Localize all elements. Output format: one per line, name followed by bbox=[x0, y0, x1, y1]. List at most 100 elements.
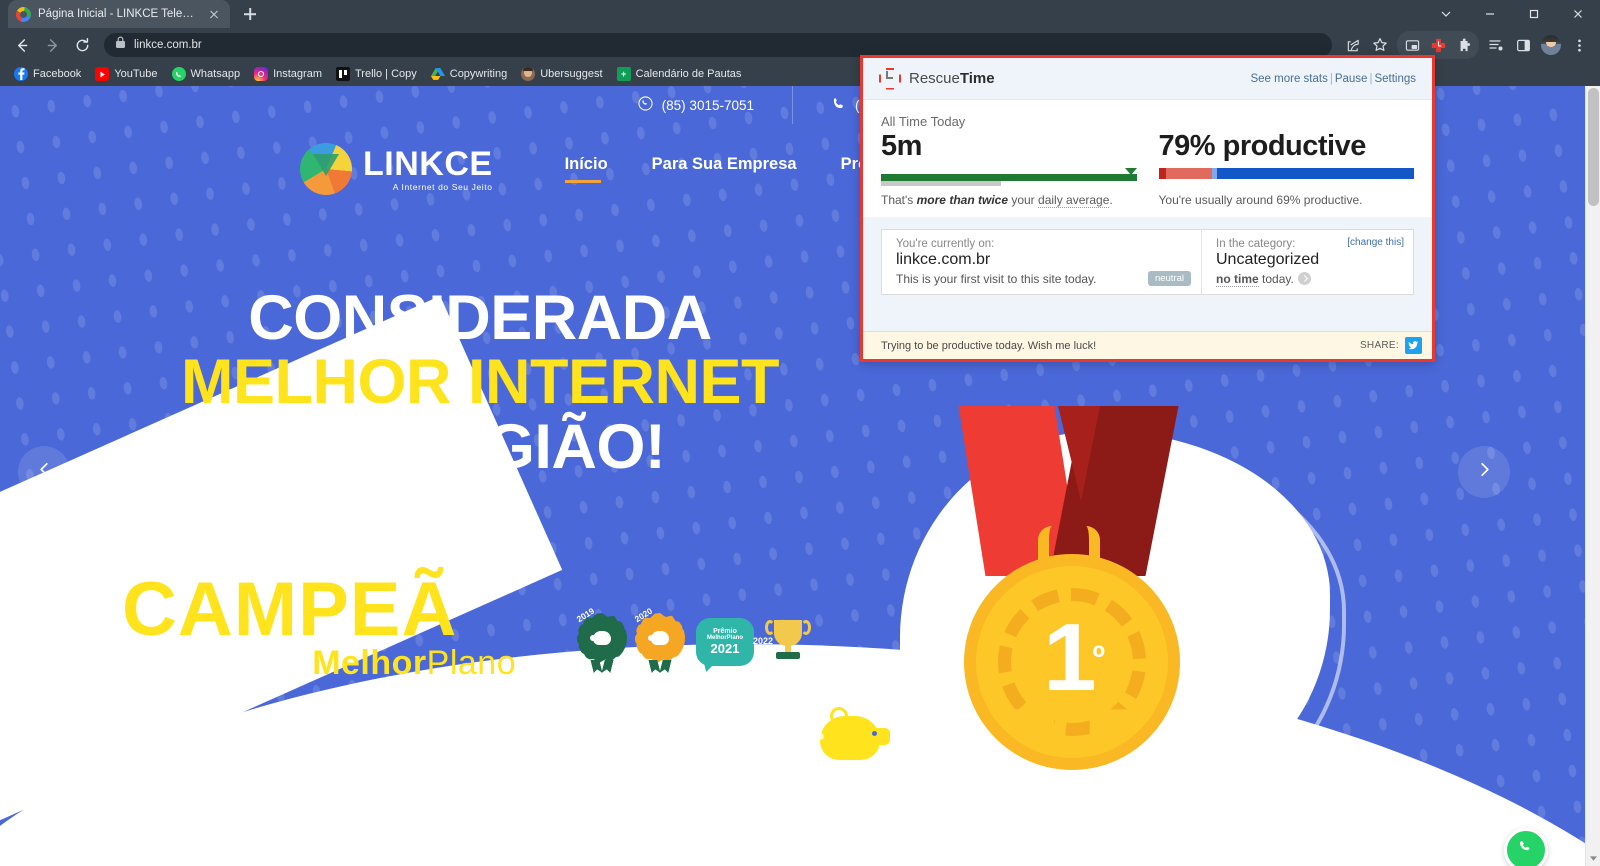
bookmark-label: Calendário de Pautas bbox=[635, 68, 742, 80]
bookmark-calendario-de-pautas[interactable]: + Calendário de Pautas bbox=[611, 65, 748, 83]
bookmark-instagram[interactable]: Instagram bbox=[248, 65, 328, 83]
chevron-left-icon bbox=[36, 461, 53, 483]
three-dot-menu-icon[interactable] bbox=[1566, 32, 1592, 58]
bookmark-youtube[interactable]: YouTube bbox=[89, 65, 163, 83]
badge-year: 2022 bbox=[753, 636, 774, 646]
bookmark-label: Facebook bbox=[33, 68, 82, 80]
whatsapp-float-button[interactable] bbox=[1504, 828, 1548, 866]
bookmark-copywriting[interactable]: Copywriting bbox=[425, 65, 513, 83]
award-badges: 2019 2020 Prêmio MelhorPlano 2021 2022 bbox=[575, 606, 814, 668]
whatsapp-float-icon bbox=[1514, 835, 1539, 865]
gold-medal-illustration: 1º bbox=[940, 406, 1300, 846]
logo-tagline: A Internet do Seu Jeito bbox=[392, 181, 493, 192]
contact-whatsapp[interactable]: (85) 3015-7051 bbox=[600, 86, 792, 124]
change-category-link[interactable]: [change this] bbox=[1347, 237, 1404, 248]
share-controls: SHARE: bbox=[1360, 337, 1422, 354]
link-separator: | bbox=[1329, 72, 1333, 85]
arrow-right-circle-icon[interactable] bbox=[1297, 272, 1311, 286]
current-site-panel: You're currently on: linkce.com.br This … bbox=[882, 230, 1201, 294]
productivity-stat: . 79% productive You're usually around 6… bbox=[1137, 114, 1415, 207]
window-close-icon[interactable] bbox=[1556, 0, 1600, 28]
carousel-dot-2[interactable] bbox=[798, 733, 805, 740]
page-scrollbar[interactable] bbox=[1585, 86, 1600, 866]
productivity-segment-productive bbox=[1217, 168, 1414, 180]
new-tab-button[interactable] bbox=[236, 0, 264, 28]
productivity-note: You're usually around 69% productive. bbox=[1158, 193, 1363, 208]
sub-line-3: PELO SITE MelhorPlano bbox=[122, 643, 517, 682]
scrollbar-thumb[interactable] bbox=[1588, 88, 1599, 206]
headline-line-2: MELHOR INTERNET bbox=[181, 347, 779, 418]
carousel-next-button[interactable] bbox=[1458, 446, 1510, 498]
browser-tab[interactable]: Página Inicial - LINKCE Telecom bbox=[8, 0, 230, 28]
share-message: Trying to be productive today. Wish me l… bbox=[881, 339, 1097, 352]
rescuetime-stats: All Time Today 5m That's more than twice… bbox=[863, 100, 1432, 218]
bookmark-label: Copywriting bbox=[449, 68, 508, 80]
time-today-label: All Time Today bbox=[881, 114, 966, 129]
productivity-segment-very-distracting bbox=[1158, 168, 1167, 180]
medal-rank-label: 1º bbox=[1043, 604, 1105, 711]
trello-icon bbox=[336, 67, 350, 81]
google-drive-icon bbox=[430, 67, 445, 81]
link-separator: | bbox=[1369, 72, 1373, 85]
bookmark-whatsapp[interactable]: Whatsapp bbox=[166, 65, 247, 83]
rescuetime-current-site-zone: You're currently on: linkce.com.br This … bbox=[863, 217, 1432, 306]
bookmark-facebook[interactable]: Facebook bbox=[8, 65, 87, 83]
sub-line-2: CAMPEÃ bbox=[122, 566, 458, 652]
chevron-right-icon bbox=[1476, 461, 1493, 483]
facebook-icon bbox=[14, 67, 28, 81]
category-panel: In the category: [change this] Uncategor… bbox=[1201, 230, 1413, 295]
back-arrow-icon[interactable] bbox=[8, 31, 36, 59]
bookmark-trello[interactable]: Trello | Copy bbox=[330, 65, 423, 83]
maximize-icon[interactable] bbox=[1512, 0, 1556, 28]
settings-link[interactable]: Settings bbox=[1374, 73, 1416, 85]
hero-headline: CONSIDERADA MELHOR INTERNET DA REGIÃO! bbox=[0, 286, 960, 479]
trophy-icon bbox=[774, 620, 802, 646]
chrome-logo-icon bbox=[16, 6, 31, 22]
category-value: Uncategorized bbox=[1216, 251, 1320, 269]
forward-arrow-icon[interactable] bbox=[38, 31, 66, 59]
award-badge-2019: 2019 bbox=[575, 606, 630, 668]
minimize-icon[interactable] bbox=[1468, 0, 1512, 28]
current-site-visit-note: This is your first visit to this site to… bbox=[896, 272, 1097, 287]
rescuetime-share-bar: Trying to be productive today. Wish me l… bbox=[863, 331, 1432, 359]
search-input[interactable]: linkce.com.br bbox=[104, 33, 1332, 57]
site-logo[interactable]: LINKCE A Internet do Seu Jeito bbox=[300, 143, 493, 195]
category-time-note: no time today. bbox=[1216, 272, 1403, 288]
nav-item-para-sua-empresa[interactable]: Para Sua Empresa bbox=[652, 155, 797, 183]
daily-average-bar bbox=[881, 181, 1002, 187]
time-today-note: That's more than twice your daily averag… bbox=[881, 193, 1113, 209]
carousel-prev-button[interactable] bbox=[18, 446, 70, 498]
scroll-down-icon[interactable] bbox=[1586, 851, 1600, 866]
reload-icon[interactable] bbox=[68, 31, 96, 59]
bookmark-ubersuggest[interactable]: Ubersuggest bbox=[515, 65, 608, 83]
extensions-puzzle-icon[interactable] bbox=[1451, 32, 1477, 58]
status-badge: neutral bbox=[1147, 271, 1191, 287]
carousel-dots bbox=[0, 733, 1585, 740]
whatsapp-icon bbox=[638, 96, 653, 114]
rescuetime-brand: RescueTime bbox=[879, 67, 995, 90]
productivity-value: 79% productive bbox=[1158, 130, 1367, 162]
chevron-down-icon[interactable] bbox=[1424, 0, 1468, 28]
current-site-value: linkce.com.br bbox=[896, 251, 991, 269]
time-progress-bar bbox=[881, 168, 1137, 187]
pause-link[interactable]: Pause bbox=[1335, 73, 1368, 85]
instagram-icon bbox=[254, 67, 269, 81]
current-site-card: You're currently on: linkce.com.br This … bbox=[881, 229, 1414, 296]
badge-line-1: Prêmio bbox=[713, 628, 737, 636]
twitter-icon[interactable] bbox=[1405, 337, 1422, 354]
see-more-stats-link[interactable]: See more stats bbox=[1250, 73, 1327, 85]
tab-strip: Página Inicial - LINKCE Telecom bbox=[0, 0, 1600, 28]
whatsapp-icon bbox=[171, 67, 186, 81]
window-controls bbox=[1424, 0, 1600, 28]
carousel-dot-3[interactable] bbox=[817, 733, 824, 740]
award-badge-2021: Prêmio MelhorPlano 2021 bbox=[696, 618, 754, 668]
reading-list-icon[interactable] bbox=[1483, 32, 1509, 58]
carousel-dot-1[interactable] bbox=[761, 733, 786, 740]
bookmark-label: YouTube bbox=[114, 68, 158, 80]
close-icon[interactable] bbox=[206, 6, 222, 22]
nav-item-inicio[interactable]: Início bbox=[564, 155, 608, 183]
linkce-logo-icon bbox=[300, 143, 352, 195]
side-panel-icon[interactable] bbox=[1510, 32, 1536, 58]
profile-avatar-icon[interactable] bbox=[1541, 35, 1561, 55]
bookmark-label: Whatsapp bbox=[190, 68, 241, 80]
